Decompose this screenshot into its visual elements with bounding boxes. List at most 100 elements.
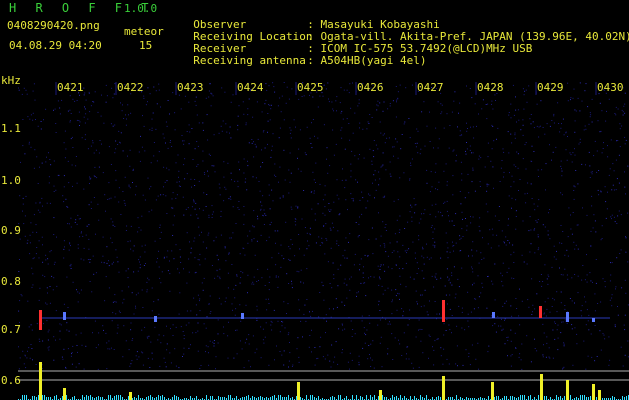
noise-pixel bbox=[114, 124, 116, 126]
noise-pixel bbox=[48, 349, 50, 351]
noise-pixel bbox=[143, 97, 145, 99]
noise-pixel bbox=[144, 150, 146, 152]
noise-pixel bbox=[145, 263, 146, 264]
noise-pixel bbox=[396, 219, 398, 221]
noise-pixel bbox=[451, 315, 453, 316]
noise-pixel bbox=[397, 97, 399, 99]
noise-pixel bbox=[128, 184, 130, 186]
noise-pixel bbox=[594, 360, 596, 362]
time-tick-label: 0422 bbox=[117, 81, 144, 94]
noise-pixel bbox=[183, 164, 185, 166]
noise-pixel bbox=[252, 116, 254, 118]
noise-pixel bbox=[120, 102, 121, 104]
noise-pixel bbox=[65, 148, 67, 150]
noise-pixel bbox=[449, 125, 451, 126]
noise-pixel bbox=[239, 282, 241, 284]
noise-pixel bbox=[163, 257, 165, 259]
noise-pixel bbox=[377, 100, 379, 102]
noise-pixel bbox=[24, 215, 26, 217]
noise-pixel bbox=[555, 258, 557, 260]
noise-pixel bbox=[159, 365, 161, 367]
noise-pixel bbox=[397, 292, 399, 294]
noise-pixel bbox=[150, 186, 152, 188]
noise-pixel bbox=[418, 319, 420, 321]
noise-pixel bbox=[591, 195, 593, 197]
noise-pixel bbox=[610, 262, 611, 264]
noise-pixel bbox=[352, 200, 354, 202]
signal-bar bbox=[360, 396, 361, 400]
noise-pixel bbox=[191, 186, 192, 188]
noise-pixel bbox=[457, 365, 458, 367]
noise-pixel bbox=[202, 129, 204, 131]
noise-pixel bbox=[624, 103, 626, 105]
noise-pixel bbox=[149, 188, 150, 190]
noise-pixel bbox=[508, 195, 510, 197]
noise-pixel bbox=[252, 281, 254, 283]
noise-pixel bbox=[326, 158, 327, 160]
noise-pixel bbox=[435, 273, 437, 275]
noise-pixel bbox=[334, 356, 336, 358]
noise-pixel bbox=[460, 134, 462, 136]
noise-pixel bbox=[585, 164, 586, 166]
noise-pixel bbox=[437, 338, 439, 340]
noise-pixel bbox=[202, 241, 204, 243]
noise-pixel bbox=[232, 206, 234, 208]
noise-pixel bbox=[370, 357, 371, 359]
noise-pixel bbox=[225, 260, 227, 262]
noise-pixel bbox=[261, 149, 262, 151]
noise-pixel bbox=[409, 179, 411, 181]
noise-pixel bbox=[393, 146, 395, 148]
noise-pixel bbox=[25, 89, 27, 91]
noise-pixel bbox=[39, 211, 41, 213]
noise-pixel bbox=[269, 224, 271, 226]
noise-pixel bbox=[487, 142, 489, 144]
noise-pixel bbox=[333, 278, 335, 280]
noise-pixel bbox=[434, 340, 436, 342]
noise-pixel bbox=[517, 167, 519, 169]
noise-pixel bbox=[391, 268, 393, 270]
noise-pixel bbox=[591, 121, 593, 123]
signal-bar bbox=[280, 395, 281, 400]
noise-pixel bbox=[186, 173, 188, 175]
noise-pixel bbox=[511, 142, 513, 144]
noise-pixel bbox=[506, 271, 508, 273]
noise-pixel bbox=[66, 329, 68, 331]
noise-pixel bbox=[75, 156, 77, 157]
noise-pixel bbox=[518, 356, 520, 358]
noise-pixel bbox=[445, 294, 447, 296]
noise-pixel bbox=[377, 148, 379, 150]
noise-pixel bbox=[409, 211, 411, 213]
noise-pixel bbox=[574, 248, 576, 250]
noise-pixel bbox=[105, 101, 107, 103]
noise-pixel bbox=[122, 150, 124, 152]
noise-pixel bbox=[492, 126, 494, 127]
noise-pixel bbox=[217, 342, 219, 344]
noise-pixel bbox=[25, 367, 27, 369]
noise-pixel bbox=[306, 126, 308, 128]
noise-pixel bbox=[67, 307, 69, 308]
noise-pixel bbox=[508, 114, 510, 116]
noise-pixel bbox=[142, 307, 144, 308]
noise-pixel bbox=[193, 201, 195, 203]
noise-pixel bbox=[178, 272, 180, 274]
noise-pixel bbox=[101, 261, 103, 263]
noise-pixel bbox=[471, 255, 473, 257]
noise-pixel bbox=[435, 188, 436, 190]
noise-pixel bbox=[180, 326, 182, 328]
noise-pixel bbox=[232, 232, 234, 234]
noise-pixel bbox=[336, 110, 337, 112]
noise-pixel bbox=[98, 152, 100, 154]
noise-pixel bbox=[31, 348, 33, 349]
noise-pixel bbox=[561, 168, 562, 170]
noise-pixel bbox=[389, 173, 391, 175]
noise-pixel bbox=[53, 160, 55, 162]
noise-pixel bbox=[172, 207, 174, 209]
noise-pixel bbox=[19, 259, 20, 260]
noise-pixel bbox=[98, 219, 100, 221]
noise-pixel bbox=[314, 364, 316, 366]
signal-bar bbox=[218, 396, 219, 400]
noise-pixel bbox=[563, 342, 565, 344]
noise-pixel bbox=[590, 333, 592, 335]
noise-pixel bbox=[444, 201, 446, 203]
noise-pixel bbox=[367, 121, 369, 123]
